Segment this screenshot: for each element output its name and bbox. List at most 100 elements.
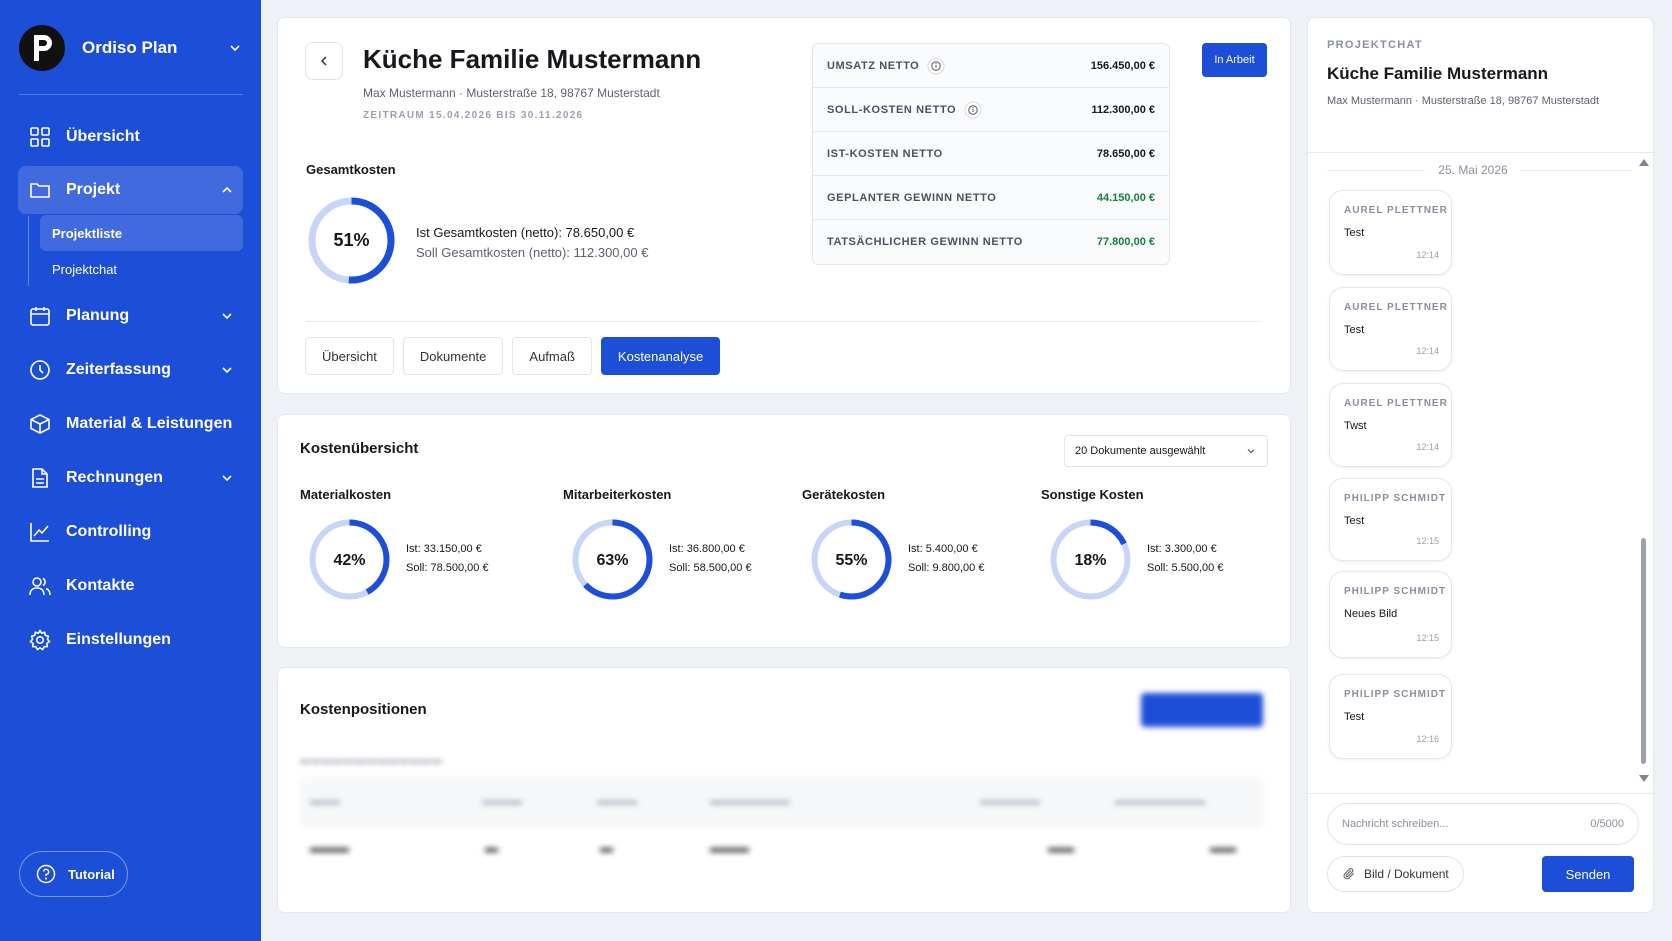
kpi-row-tatsaechlicher-gewinn: TATSÄCHLICHER GEWINN NETTO 77.800,00 € <box>813 220 1169 264</box>
scroll-up-arrow-icon[interactable] <box>1639 159 1649 166</box>
chevron-down-icon <box>1247 449 1255 454</box>
table-row[interactable]: ▬▬▬ ▬ ▬ ▬▬▬ ▬▬ ▬▬ <box>300 830 1263 866</box>
gesamtkosten-title: Gesamtkosten <box>306 162 396 177</box>
header-divider <box>306 321 1261 322</box>
donut-percent: 63% <box>596 552 628 569</box>
back-button[interactable] <box>305 42 343 80</box>
project-date-range: ZEITRAUM 15.04.2026 BIS 30.11.2026 <box>363 110 584 121</box>
message-time: 12:15 <box>1416 536 1439 546</box>
sidebar-subitem-projektchat[interactable]: Projektchat <box>40 251 243 287</box>
message-time: 12:16 <box>1416 734 1439 744</box>
brand-switcher[interactable]: Ordiso Plan <box>19 25 243 71</box>
table-header-cell: ▬▬▬▬ <box>597 796 637 807</box>
tutorial-button[interactable]: Tutorial <box>19 851 128 897</box>
sidebar-item-material[interactable]: Material & Leistungen <box>18 400 243 448</box>
attach-label: Bild / Dokument <box>1364 867 1449 881</box>
donut-percent: 55% <box>835 552 867 569</box>
sidebar-item-controlling[interactable]: Controlling <box>18 508 243 556</box>
document-icon <box>32 468 48 488</box>
chat-date: 25. Mai 2026 <box>1438 163 1508 177</box>
chat-message[interactable]: AUREL PLETTNER Twst 12:14 <box>1329 383 1452 467</box>
cost-donut: 55% <box>811 519 892 600</box>
cost-ist: Ist: 33.150,00 € <box>406 543 482 555</box>
table-header-cell: ▬▬▬▬ <box>482 796 522 807</box>
tab-uebersicht[interactable]: Übersicht <box>305 337 394 375</box>
donut-percent: 51% <box>333 230 369 250</box>
tab-aufmass[interactable]: Aufmaß <box>512 337 592 375</box>
kpi-label-text: UMSATZ NETTO <box>827 59 920 72</box>
sidebar-item-einstellungen[interactable]: Einstellungen <box>18 616 243 664</box>
sidebar-item-rechnungen[interactable]: Rechnungen <box>18 454 243 502</box>
table-cell: ▬ <box>485 840 498 855</box>
sidebar-item-uebersicht[interactable]: Übersicht <box>18 113 243 161</box>
kpi-label: TATSÄCHLICHER GEWINN NETTO <box>827 236 1023 248</box>
add-cost-button[interactable] <box>1141 693 1263 727</box>
documents-select-value: 20 Dokumente ausgewählt <box>1075 445 1206 457</box>
sidebar-subitem-projektliste[interactable]: Projektliste <box>40 215 243 251</box>
kpi-value: 44.150,00 € <box>1096 191 1155 204</box>
kpi-table: UMSATZ NETTO 156.450,00 € SOLL-KOSTEN NE… <box>812 43 1170 265</box>
brand-name: Ordiso Plan <box>82 38 178 57</box>
chat-message[interactable]: AUREL PLETTNER Test 12:14 <box>1329 287 1452 371</box>
cost-soll: Soll: 9.800,00 € <box>908 562 985 574</box>
table-cell: ▬▬ <box>1048 840 1074 855</box>
chat-message[interactable]: PHILIPP SCHMIDT Test 12:15 <box>1329 478 1452 561</box>
cost-ist: Ist: 36.800,00 € <box>669 543 745 555</box>
project-title: Küche Familie Mustermann <box>363 44 702 74</box>
message-author: PHILIPP SCHMIDT <box>1344 493 1447 504</box>
kpi-label-text: SOLL-KOSTEN NETTO <box>827 103 957 116</box>
donut-percent: 42% <box>333 552 365 569</box>
chat-message[interactable]: PHILIPP SCHMIDT Neues Bild 12:15 <box>1329 571 1452 658</box>
sidebar-item-label: Einstellungen <box>66 631 171 648</box>
table-cell: ▬ <box>600 840 613 855</box>
chevron-down-icon <box>222 475 232 482</box>
sidebar-item-planung[interactable]: Planung <box>18 292 243 340</box>
date-separator-line <box>1327 170 1425 171</box>
tab-dokumente[interactable]: Dokumente <box>402 337 504 375</box>
sidebar-item-label: Planung <box>66 307 130 324</box>
kpi-row-soll-kosten: SOLL-KOSTEN NETTO 112.300,00 € <box>813 88 1169 132</box>
positions-count: ▬▬▬▬▬▬▬▬▬▬▬▬▬ <box>300 755 443 766</box>
kpi-value: 156.450,00 € <box>1090 59 1155 72</box>
scroll-down-arrow-icon[interactable] <box>1639 775 1649 782</box>
chevron-left-icon <box>320 56 327 66</box>
cost-group-sonstige: Sonstige Kosten 18% Ist: 3.300,00 € Soll… <box>1041 487 1281 607</box>
chat-divider <box>1308 793 1653 794</box>
chat-divider <box>1308 152 1653 153</box>
gesamtkosten-ist: Ist Gesamtkosten (netto): 78.650,00 € <box>416 225 635 240</box>
project-subtitle: Max Mustermann · Musterstraße 18, 98767 … <box>363 86 660 100</box>
kostenpositionen-title: Kostenpositionen <box>300 701 427 718</box>
attach-file-button[interactable]: Bild / Dokument <box>1327 856 1464 892</box>
sidebar-item-projekt[interactable]: Projekt <box>18 166 243 214</box>
cost-group-mitarbeiter: Mitarbeiterkosten 63% Ist: 36.800,00 € S… <box>563 487 803 607</box>
sidebar-item-kontakte[interactable]: Kontakte <box>18 562 243 610</box>
kpi-row-geplanter-gewinn: GEPLANTER GEWINN NETTO 44.150,00 € <box>813 176 1169 220</box>
chat-input-placeholder: Nachricht schreiben... <box>1342 818 1449 830</box>
message-text: Test <box>1344 324 1365 336</box>
line-chart-icon <box>30 523 49 542</box>
date-separator-line <box>1521 170 1631 171</box>
table-cell: ▬▬ <box>1210 840 1236 855</box>
folder-icon <box>30 183 50 198</box>
kpi-label: IST-KOSTEN NETTO <box>827 147 943 160</box>
send-button[interactable]: Senden <box>1542 856 1634 892</box>
kostenuebersicht-card: Kostenübersicht 20 Dokumente ausgewählt … <box>277 414 1291 648</box>
status-badge[interactable]: In Arbeit <box>1202 43 1267 77</box>
chat-message[interactable]: PHILIPP SCHMIDT Test 12:16 <box>1329 674 1452 759</box>
kpi-label: GEPLANTER GEWINN NETTO <box>827 191 997 204</box>
chevron-down-icon <box>230 45 240 52</box>
help-circle-icon <box>36 864 56 884</box>
tab-kostenanalyse[interactable]: Kostenanalyse <box>600 337 721 375</box>
sidebar-item-zeiterfassung[interactable]: Zeiterfassung <box>18 346 243 394</box>
info-icon[interactable] <box>927 57 945 75</box>
sidebar-item-label: Material & Leistungen <box>66 415 233 432</box>
chat-message[interactable]: AUREL PLETTNER Test 12:14 <box>1329 190 1452 275</box>
cost-group-title: Gerätekosten <box>802 487 886 502</box>
chat-scrollbar-thumb[interactable] <box>1641 538 1646 764</box>
sidebar-item-label: Rechnungen <box>66 469 163 486</box>
documents-select[interactable]: 20 Dokumente ausgewählt <box>1064 435 1268 467</box>
chat-message-input[interactable]: Nachricht schreiben... 0/5000 <box>1327 803 1639 845</box>
info-icon[interactable] <box>964 101 982 119</box>
chat-label: PROJEKTCHAT <box>1327 39 1423 51</box>
kpi-label: UMSATZ NETTO <box>827 57 1091 75</box>
